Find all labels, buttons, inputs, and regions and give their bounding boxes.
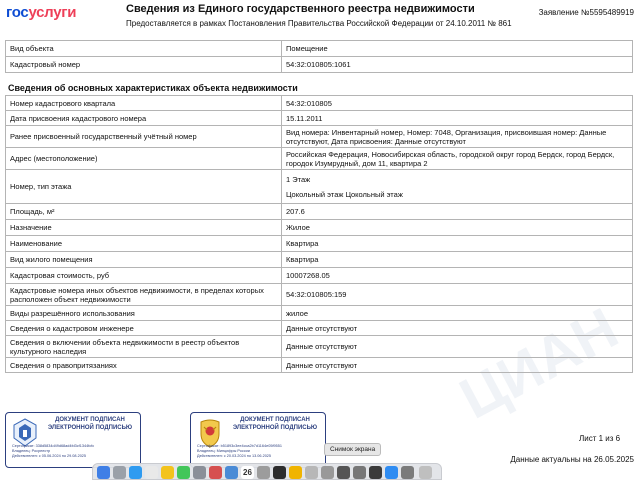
signature-stamp-mintsifry: ДОКУМЕНТ ПОДПИСАН ЭЛЕКТРОННОЙ ПОДПИСЬЮ С… — [190, 412, 326, 468]
floor-number: 1 Этаж — [286, 174, 311, 184]
row-value: 54:32:010805 — [281, 95, 633, 111]
stamp-text: ДОКУМЕНТ ПОДПИСАН ЭЛЕКТРОННОЙ ПОДПИСЬЮ — [47, 417, 133, 431]
row-label: Ранее присвоенный государственный учётны… — [5, 125, 282, 148]
row-value: Квартира — [281, 235, 633, 252]
stamp-certificate: Сертификат: 338d5834d49d68ad4fd3cf1344fc… — [12, 444, 95, 458]
table-row: Дата присвоения кадастрового номера 15.11… — [5, 110, 633, 126]
row-value: Жилое — [281, 219, 633, 236]
document-subtitle: Предоставляется в рамках Постановления П… — [126, 19, 512, 28]
row-label: Виды разрешённого использования — [5, 305, 282, 321]
row-label: Вид объекта — [5, 40, 282, 57]
row-value: жилое — [281, 305, 633, 321]
row-label: Сведения о правопритязаниях — [5, 357, 282, 373]
row-label: Номер кадастрового квартала — [5, 95, 282, 111]
photos-icon[interactable] — [209, 466, 222, 479]
document-header: госуслуги Сведения из Единого государств… — [0, 0, 640, 34]
macos-dock: 26 — [92, 463, 442, 480]
row-value: 54:32:010805:1061 — [281, 56, 633, 73]
row-label: Вид жилого помещения — [5, 251, 282, 268]
row-value: 207.6 — [281, 203, 633, 220]
object-table: Вид объекта Помещение Кадастровый номер … — [5, 40, 633, 73]
row-value: Данные отсутствуют — [281, 357, 633, 373]
signature-stamp-rosreestr: ДОКУМЕНТ ПОДПИСАН ЭЛЕКТРОННОЙ ПОДПИСЬЮ С… — [5, 412, 141, 468]
table-row: Площадь, м² 207.6 — [5, 203, 633, 220]
row-label: Площадь, м² — [5, 203, 282, 220]
row-label: Назначение — [5, 219, 282, 236]
notes-icon[interactable] — [289, 466, 302, 479]
data-actual-date: Данные актуальны на 26.05.2025 — [510, 455, 634, 464]
stamp-text: ДОКУМЕНТ ПОДПИСАН ЭЛЕКТРОННОЙ ПОДПИСЬЮ — [232, 417, 318, 431]
row-value: Данные отсутствуют — [281, 320, 633, 336]
table-row: Сведения о включении объекта недвижимост… — [5, 335, 633, 358]
settings-icon[interactable] — [401, 466, 414, 479]
safari-icon[interactable] — [129, 466, 142, 479]
table-row: Номер кадастрового квартала 54:32:010805 — [5, 95, 633, 111]
table-row: Сведения о кадастровом инженере Данные от… — [5, 320, 633, 336]
table-row: Номер, тип этажа 1 Этаж Цокольный этаж Ц… — [5, 169, 633, 204]
app-icon[interactable] — [369, 466, 382, 479]
trash-icon[interactable] — [419, 466, 432, 479]
launchpad-icon[interactable] — [113, 466, 126, 479]
mail-icon[interactable] — [193, 466, 206, 479]
table-row: Наименование Квартира — [5, 235, 633, 252]
app-icon[interactable] — [337, 466, 350, 479]
app-icon[interactable] — [305, 466, 318, 479]
table-row: Сведения о правопритязаниях Данные отсутс… — [5, 357, 633, 373]
stamp-certificate: Сертификат: b51893c3ee4cca2b7d1164e05f95… — [197, 444, 282, 458]
characteristics-table: Номер кадастрового квартала 54:32:010805 … — [5, 95, 633, 373]
table-row: Адрес (местоположение) Российская Федерац… — [5, 147, 633, 170]
row-label: Кадастровый номер — [5, 56, 282, 73]
table-row: Вид жилого помещения Квартира — [5, 251, 633, 268]
row-value: Данные отсутствуют — [281, 335, 633, 358]
finder-icon[interactable] — [97, 466, 110, 479]
row-label: Дата присвоения кадастрового номера — [5, 110, 282, 126]
row-value: 54:32:010805:159 — [281, 283, 633, 306]
table-row: Кадастровые номера иных объектов недвижи… — [5, 283, 633, 306]
row-value: Помещение — [281, 40, 633, 57]
row-label: Сведения о включении объекта недвижимост… — [5, 335, 282, 358]
row-label: Кадастровые номера иных объектов недвижи… — [5, 283, 282, 306]
application-number: Заявление №5595489919 — [538, 8, 634, 17]
table-row: Вид объекта Помещение — [5, 40, 633, 57]
messages-icon[interactable] — [177, 466, 190, 479]
chrome-icon[interactable] — [145, 466, 158, 479]
maps-icon[interactable] — [225, 466, 238, 479]
row-value: Вид номера: Инвентарный номер, Номер: 70… — [281, 125, 633, 148]
row-value: Квартира — [281, 251, 633, 268]
row-label: Сведения о кадастровом инженере — [5, 320, 282, 336]
camera-icon[interactable] — [353, 466, 366, 479]
app-icon[interactable] — [321, 466, 334, 479]
row-value: Российская Федерация, Новосибирская обла… — [281, 147, 633, 170]
row-label: Номер, тип этажа — [5, 169, 282, 204]
row-value: 15.11.2011 — [281, 110, 633, 126]
yandex-icon[interactable] — [161, 466, 174, 479]
gosuslugi-logo: госуслуги — [6, 4, 77, 21]
page-indicator: Лист 1 из 6 — [579, 434, 621, 443]
calendar-icon[interactable]: 26 — [241, 466, 254, 479]
row-label: Адрес (местоположение) — [5, 147, 282, 170]
row-label: Наименование — [5, 235, 282, 252]
table-row: Кадастровая стоимость, руб 10007268.05 — [5, 267, 633, 284]
contacts-icon[interactable] — [257, 466, 270, 479]
document-title: Сведения из Единого государственного рее… — [126, 3, 475, 15]
section-title: Сведения об основных характеристиках объ… — [8, 83, 298, 93]
music-icon[interactable] — [273, 466, 286, 479]
table-row: Виды разрешённого использования жилое — [5, 305, 633, 321]
table-row: Ранее присвоенный государственный учётны… — [5, 125, 633, 148]
row-value: 10007268.05 — [281, 267, 633, 284]
screenshot-tooltip: Снимок экрана — [324, 443, 382, 456]
app-store-icon[interactable] — [385, 466, 398, 479]
table-row: Назначение Жилое — [5, 219, 633, 236]
row-value: 1 Этаж Цокольный этаж Цокольный этаж — [281, 169, 633, 204]
floor-type: Цокольный этаж Цокольный этаж — [286, 189, 403, 199]
row-label: Кадастровая стоимость, руб — [5, 267, 282, 284]
table-row: Кадастровый номер 54:32:010805:1061 — [5, 56, 633, 73]
